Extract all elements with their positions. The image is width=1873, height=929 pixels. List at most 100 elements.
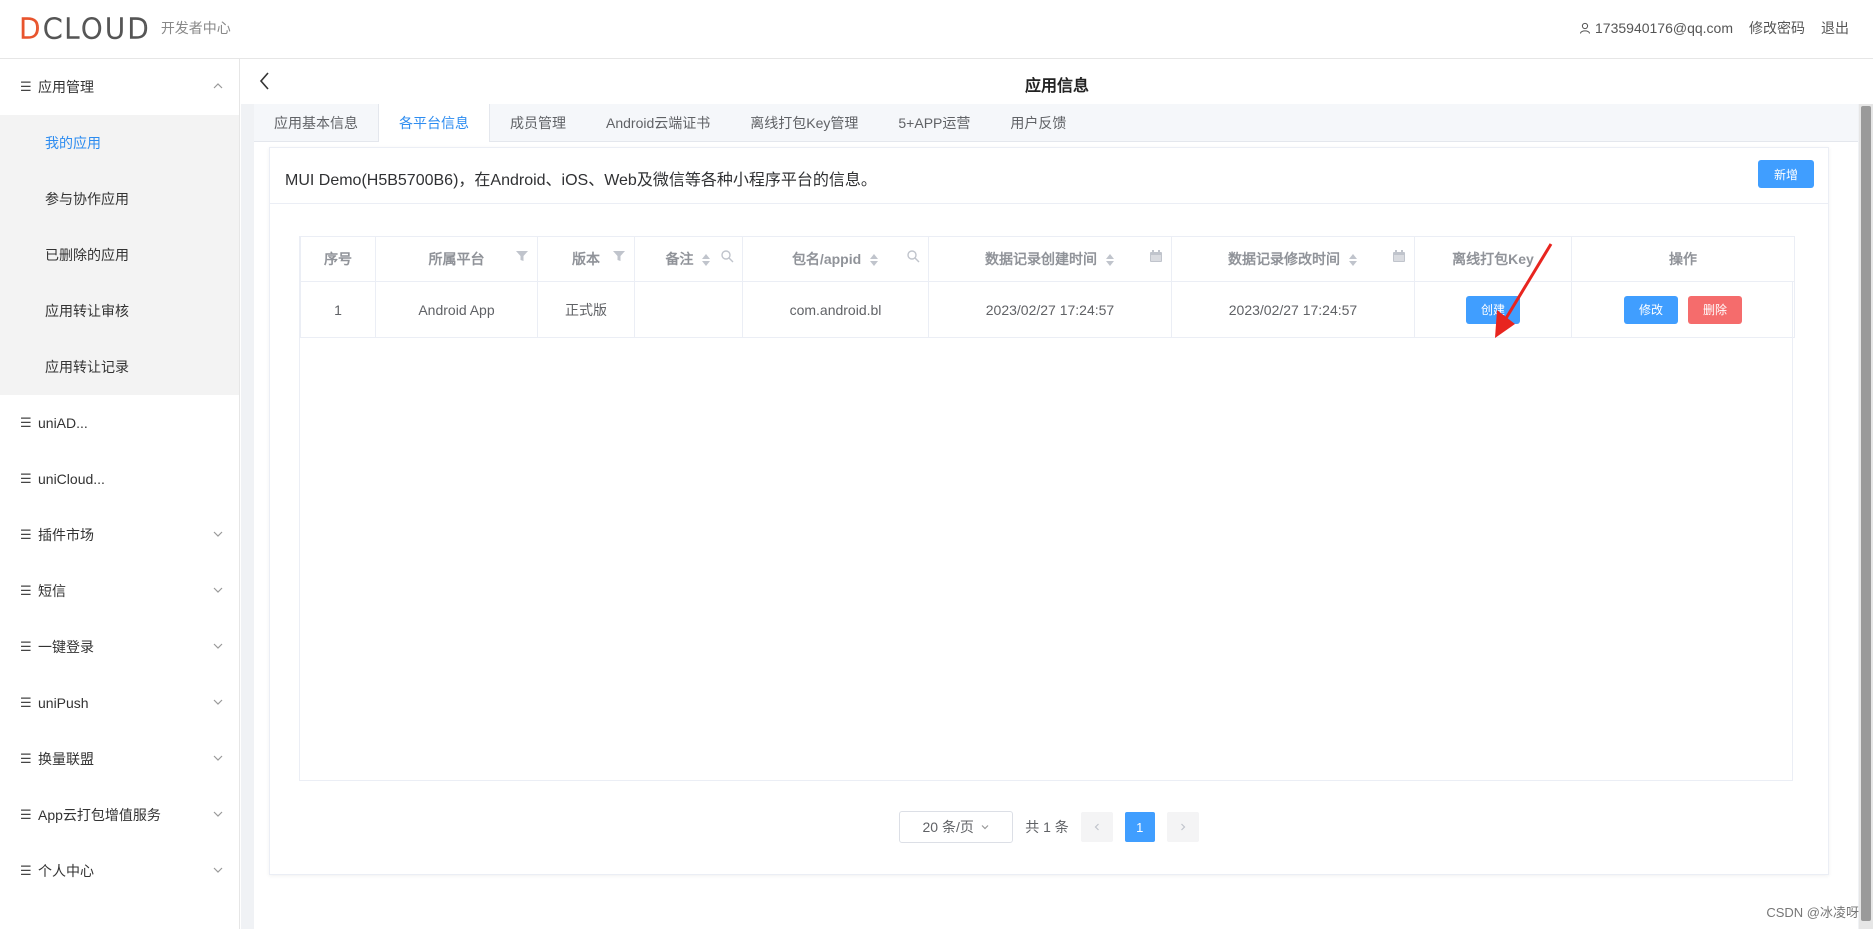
sidebar-submenu: 我的应用 参与协作应用 已删除的应用 应用转让审核 应用转让记录 (0, 115, 239, 395)
sidebar-group-label: 应用管理 (38, 79, 94, 95)
sort-icon[interactable] (1105, 253, 1115, 267)
sidebar-item-transfer-records[interactable]: 应用转让记录 (0, 339, 239, 395)
card-header: MUI Demo(H5B5700B6)，在Android、iOS、Web及微信等… (270, 148, 1828, 204)
sidebar-group-uniad[interactable]: ☰ uniAD... (0, 395, 239, 451)
chevron-down-icon (213, 587, 223, 593)
sort-icon[interactable] (701, 253, 711, 267)
sidebar-group-app-management[interactable]: ☰ 应用管理 (0, 59, 239, 115)
total-count: 共 1 条 (1025, 819, 1069, 835)
page-number-current[interactable]: 1 (1124, 812, 1155, 842)
page-title: 应用信息 (1024, 78, 1089, 95)
sidebar-group-label: 个人中心 (38, 863, 94, 879)
platform-tabs: 应用基本信息 各平台信息 成员管理 Android云端证书 离线打包Key管理 … (254, 104, 1858, 143)
tab-basic-info[interactable]: 应用基本信息 (254, 104, 378, 142)
chevron-down-icon (213, 755, 223, 761)
column-header-version: 版本 (537, 236, 635, 282)
annotation-arrow-icon (1495, 243, 1553, 338)
add-button[interactable]: 新增 (1758, 160, 1814, 188)
delete-button[interactable]: 删除 (1687, 295, 1742, 324)
cell-note (634, 281, 743, 338)
page-header: 应用信息 (241, 59, 1873, 104)
sidebar-group-cloud-build[interactable]: ☰ App云打包增值服务 (0, 787, 239, 843)
chevron-down-icon (213, 867, 223, 873)
tab-offline-key[interactable]: 离线打包Key管理 (730, 104, 878, 142)
data-table: 序号 所属平台 版本 备注 包名/appid 数据记录创建时间 数据记录修改时间… (300, 236, 1795, 338)
sidebar-item-collab-apps[interactable]: 参与协作应用 (0, 171, 239, 227)
platform-card: MUI Demo(H5B5700B6)，在Android、iOS、Web及微信等… (269, 147, 1829, 875)
sidebar-group-plugin-market[interactable]: ☰ 插件市场 (0, 507, 239, 563)
column-header-index: 序号 (300, 236, 376, 282)
list-icon: ☰ (20, 471, 32, 486)
chevron-down-icon (981, 825, 989, 830)
column-header-actions: 操作 (1571, 236, 1795, 282)
user-menu: 1735940176@qq.com 修改密码 退出 (1579, 18, 1849, 38)
user-icon (1580, 22, 1591, 34)
filter-icon[interactable] (612, 249, 626, 263)
top-bar: DCLOUD 开发者中心 1735940176@qq.com 修改密码 退出 (0, 0, 1873, 59)
list-icon: ☰ (20, 863, 32, 878)
list-icon: ☰ (20, 751, 32, 766)
list-icon: ☰ (20, 695, 32, 710)
chevron-left-icon (1094, 823, 1099, 831)
cell-index: 1 (300, 281, 376, 338)
list-icon: ☰ (20, 415, 32, 430)
sidebar-item-my-apps[interactable]: 我的应用 (0, 115, 239, 171)
table-row: 1 Android App 正式版 com.android.bl 2023/02… (300, 281, 1795, 338)
prev-page-button[interactable] (1080, 812, 1113, 842)
sidebar-group-sms[interactable]: ☰ 短信 (0, 563, 239, 619)
calendar-icon[interactable] (1392, 249, 1406, 263)
main-area: 应用信息 应用基本信息 各平台信息 成员管理 Android云端证书 离线打包K… (241, 59, 1873, 929)
sidebar-item-deleted-apps[interactable]: 已删除的应用 (0, 227, 239, 283)
change-password-link[interactable]: 修改密码 (1749, 18, 1805, 38)
column-header-platform: 所属平台 (375, 236, 538, 282)
cell-created: 2023/02/27 17:24:57 (928, 281, 1172, 338)
chevron-up-icon (213, 83, 223, 89)
column-header-label: 所属平台 (428, 251, 485, 267)
sidebar-group-traffic-alliance[interactable]: ☰ 换量联盟 (0, 731, 239, 787)
sidebar-group-label: uniPush (38, 695, 89, 711)
sidebar-group-personal-center[interactable]: ☰ 个人中心 (0, 843, 239, 899)
scrollbar-thumb[interactable] (1861, 106, 1871, 921)
sort-icon[interactable] (1348, 253, 1358, 267)
tab-platform-info[interactable]: 各平台信息 (378, 104, 490, 143)
filter-icon[interactable] (515, 249, 529, 263)
tab-feedback[interactable]: 用户反馈 (990, 104, 1086, 142)
list-icon: ☰ (20, 807, 32, 822)
logo-subtitle: 开发者中心 (160, 20, 231, 36)
next-page-button[interactable] (1166, 812, 1199, 842)
chevron-down-icon (213, 811, 223, 817)
dcloud-logo[interactable]: DCLOUD 开发者中心 (18, 11, 231, 45)
chevron-down-icon (213, 531, 223, 537)
sidebar-group-unicloud[interactable]: ☰ uniCloud... (0, 451, 239, 507)
search-icon[interactable] (720, 249, 734, 263)
sidebar-item-transfer-review[interactable]: 应用转让审核 (0, 283, 239, 339)
column-header-package: 包名/appid (742, 236, 929, 282)
sort-icon[interactable] (869, 253, 879, 267)
page-size-value: 20 条/页 (922, 819, 974, 835)
sidebar: ☰ 应用管理 我的应用 参与协作应用 已删除的应用 应用转让审核 应用转让记录 … (0, 59, 240, 929)
logout-link[interactable]: 退出 (1821, 18, 1849, 38)
tab-android-cert[interactable]: Android云端证书 (586, 104, 730, 142)
page-size-select[interactable]: 20 条/页 (899, 811, 1014, 843)
cell-modified: 2023/02/27 17:24:57 (1171, 281, 1415, 338)
edit-button[interactable]: 修改 (1624, 295, 1679, 324)
list-icon: ☰ (20, 527, 32, 542)
chevron-down-icon (213, 643, 223, 649)
sidebar-group-label: uniCloud... (38, 471, 105, 487)
cell-platform: Android App (375, 281, 538, 338)
search-icon[interactable] (906, 249, 920, 263)
column-header-label: 版本 (572, 251, 600, 267)
cell-actions: 修改 删除 (1571, 281, 1795, 338)
sidebar-group-one-click-login[interactable]: ☰ 一键登录 (0, 619, 239, 675)
logo-wordmark: DCLOUD (18, 11, 151, 45)
card-title: MUI Demo(H5B5700B6)，在Android、iOS、Web及微信等… (285, 172, 877, 189)
tab-members[interactable]: 成员管理 (490, 104, 586, 142)
user-account[interactable]: 1735940176@qq.com (1579, 20, 1733, 36)
calendar-icon[interactable] (1149, 249, 1163, 263)
tab-app-operation[interactable]: 5+APP运营 (878, 104, 990, 142)
sidebar-group-label: 一键登录 (38, 639, 94, 655)
platform-table: 序号 所属平台 版本 备注 包名/appid 数据记录创建时间 数据记录修改时间… (299, 236, 1795, 781)
sidebar-group-label: 换量联盟 (38, 751, 94, 767)
sidebar-group-unipush[interactable]: ☰ uniPush (0, 675, 239, 731)
chevron-right-icon (1180, 823, 1186, 831)
